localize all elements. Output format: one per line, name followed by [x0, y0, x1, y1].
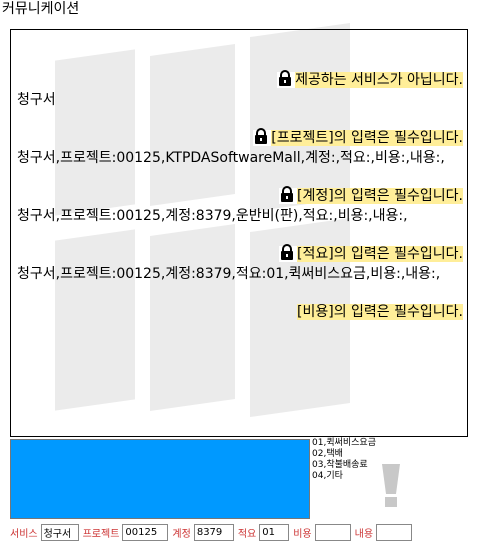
- memo-input[interactable]: [259, 523, 290, 541]
- service-option[interactable]: 01,퀵써비스요금: [312, 438, 376, 449]
- service-input[interactable]: [40, 523, 79, 541]
- message-log[interactable]: 제공하는 서비스가 아닙니다. 청구서 [프로젝트]의 입력은 필수입니다. 청구서,…: [10, 29, 468, 437]
- alert-message: 제공하는 서비스가 아닙니다.: [295, 72, 463, 88]
- alert-text: [계정]의 입력은 필수입니다.: [297, 188, 463, 204]
- log-alert: [비용]의 입력은 필수입니다.: [17, 302, 463, 322]
- log-line-text: 청구서: [17, 92, 56, 108]
- lock-icon: [279, 186, 298, 204]
- service-option[interactable]: 04,기타: [312, 471, 376, 482]
- account-label: 계정: [172, 528, 191, 540]
- exclamation-icon: [382, 464, 400, 507]
- service-label: 서비스: [10, 528, 38, 540]
- alert-text: [프로젝트]의 입력은 필수입니다.: [271, 130, 463, 146]
- alert-message: [프로젝트]의 입력은 필수입니다.: [271, 130, 463, 146]
- alert-text: 제공하는 서비스가 아닙니다.: [295, 72, 463, 88]
- log-line-text: 청구서,프로젝트:00125,KTPDASoftwareMall,계정:,적요:…: [17, 150, 445, 166]
- project-label: 프로젝트: [82, 528, 120, 540]
- log-line-text: 청구서,프로젝트:00125,계정:8379,적요:01,퀵써비스요금,비용:,…: [17, 266, 441, 282]
- alert-text: [적요]의 입력은 필수입니다.: [297, 246, 463, 262]
- lock-icon: [253, 128, 272, 146]
- window-title: 커뮤니케이션: [2, 1, 80, 17]
- service-option[interactable]: 02,택배: [312, 449, 376, 460]
- alert-text: [비용]의 입력은 필수입니다.: [297, 304, 463, 320]
- log-alert: 제공하는 서비스가 아닙니다.: [17, 70, 463, 90]
- project-input[interactable]: [122, 523, 169, 541]
- content-label: 내용: [354, 528, 374, 540]
- alert-message: [비용]의 입력은 필수입니다.: [297, 304, 463, 320]
- claim-form: 서비스 프로젝트 계정 적요 비용 내용: [10, 522, 475, 542]
- memo-label: 적요: [237, 528, 257, 540]
- account-input[interactable]: [193, 523, 234, 541]
- log-line: 청구서,프로젝트:00125,KTPDASoftwareMall,계정:,적요:…: [17, 148, 463, 168]
- log-alert: [적요]의 입력은 필수입니다.: [17, 244, 463, 264]
- log-alert: [프로젝트]의 입력은 필수입니다.: [17, 128, 463, 148]
- alert-message: [적요]의 입력은 필수입니다.: [297, 246, 463, 262]
- log-line: 청구서,프로젝트:00125,계정:8379,운반비(판),적요:,비용:,내용…: [17, 206, 463, 226]
- service-option-list[interactable]: 01,퀵써비스요금 02,택배 03,착불배송료 04,기타: [312, 438, 376, 482]
- content-input[interactable]: [376, 523, 413, 541]
- log-alert: [계정]의 입력은 필수입니다.: [17, 186, 463, 206]
- log-line: 청구서: [17, 90, 463, 110]
- alert-message: [계정]의 입력은 필수입니다.: [297, 188, 463, 204]
- log-line-text: 청구서,프로젝트:00125,계정:8379,운반비(판),적요:,비용:,내용…: [17, 208, 408, 224]
- cost-label: 비용: [293, 528, 312, 540]
- log-line: 청구서,프로젝트:00125,계정:8379,적요:01,퀵써비스요금,비용:,…: [17, 264, 463, 284]
- cost-input[interactable]: [314, 523, 351, 541]
- lock-icon: [277, 70, 296, 88]
- service-option[interactable]: 03,착불배송료: [312, 460, 376, 471]
- message-input-area[interactable]: [10, 439, 310, 519]
- lock-icon: [279, 244, 298, 262]
